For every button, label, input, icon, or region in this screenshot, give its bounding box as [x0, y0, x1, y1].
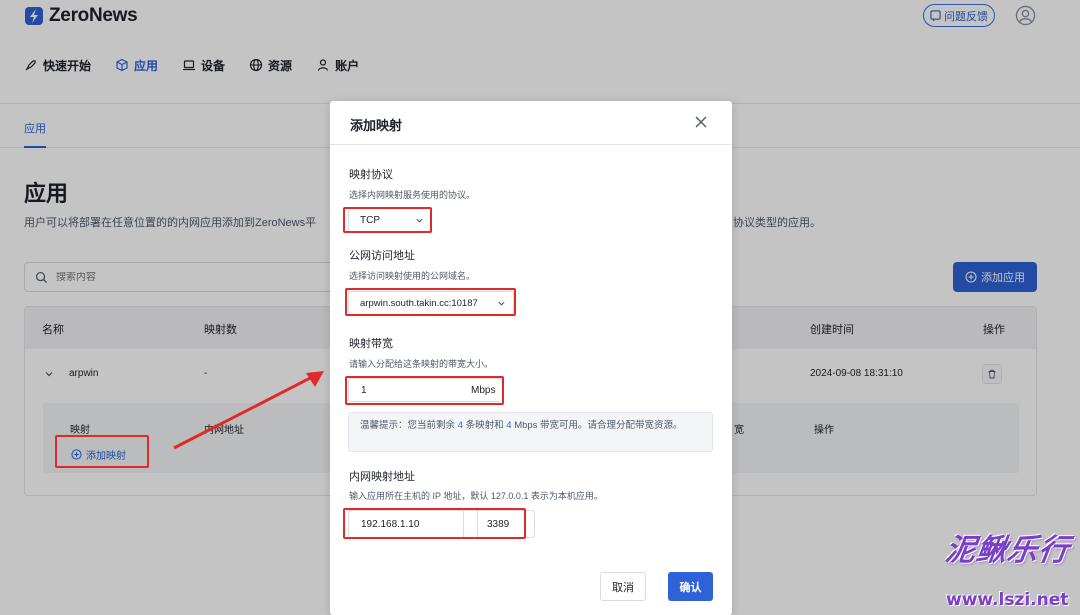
internal-address-label: 内网映射地址 [349, 471, 415, 483]
tip-remaining-bandwidth: 4 [506, 420, 512, 431]
bandwidth-hint: 请输入分配给这条映射的带宽大小。 [349, 359, 494, 369]
tip-remaining-mappings: 4 [457, 420, 463, 431]
dialog-header: 添加映射 [330, 101, 732, 145]
internal-address-hint: 输入应用所在主机的 IP 地址，默认 127.0.0.1 表示为本机应用。 [349, 491, 603, 501]
annotation-arrow [173, 371, 324, 450]
domain-hint: 选择访问映射使用的公网域名。 [349, 271, 476, 281]
tip-mid2: Mbps 带宽可用。请合理分配带宽资源。 [514, 420, 683, 431]
highlight-internal-address [343, 508, 526, 539]
watermark: 泥鳅乐行 www.lszi.net [936, 522, 1080, 615]
dialog-title: 添加映射 [350, 118, 403, 133]
bandwidth-label: 映射带宽 [349, 338, 393, 350]
highlight-bandwidth [345, 376, 504, 405]
protocol-label: 映射协议 [349, 169, 393, 181]
tip-prefix: 温馨提示：您当前剩余 [360, 420, 456, 431]
domain-label: 公网访问地址 [349, 250, 415, 262]
watermark-title: 泥鳅乐行 [943, 533, 1072, 568]
highlight-protocol [343, 207, 432, 233]
confirm-button[interactable]: 确认 [668, 572, 713, 601]
protocol-hint: 选择内网映射服务使用的协议。 [349, 190, 476, 200]
cancel-button[interactable]: 取消 [600, 572, 646, 601]
highlight-add-mapping [55, 435, 149, 468]
close-icon[interactable] [694, 115, 708, 129]
watermark-url: www.lszi.net [946, 590, 1069, 610]
tip-mid1: 条映射和 [465, 420, 504, 431]
bandwidth-tip: 温馨提示：您当前剩余 4 条映射和 4 Mbps 带宽可用。请合理分配带宽资源。 [348, 412, 713, 452]
highlight-domain [345, 288, 516, 316]
